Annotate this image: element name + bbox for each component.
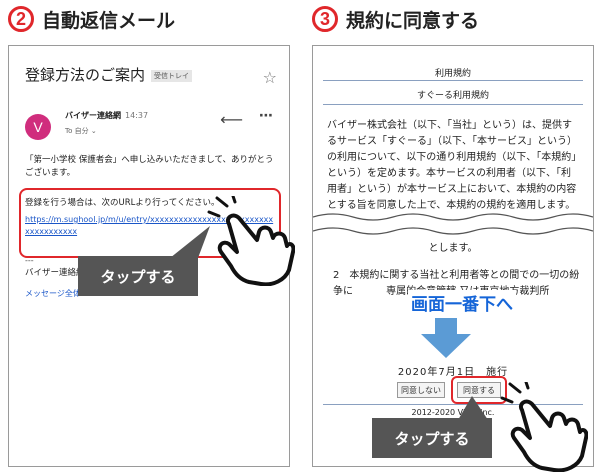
inbox-badge: 受信トレイ [151, 69, 193, 82]
down-arrow-icon [421, 318, 471, 358]
hand-pointer-icon [207, 196, 295, 286]
divider [323, 104, 583, 105]
divider [323, 80, 583, 81]
disagree-button[interactable]: 同意しない [397, 382, 445, 398]
terms-subtitle: すぐーる利用規約 [416, 91, 489, 101]
terms-body: バイザー株式会社（以下、「当社」という）は、提供するサービス「すぐーる」（以下、… [327, 120, 577, 211]
step-2-header: 2 自動返信メール [8, 4, 175, 34]
step-number: 3 [312, 6, 338, 32]
separator: --- [25, 256, 34, 265]
scroll-hint: 画面一番下へ [408, 290, 516, 315]
sender-name: バイザー連絡網 [65, 111, 121, 120]
terms-tail: とします。 [428, 243, 478, 254]
step-title: 自動返信メール [42, 9, 176, 32]
message-all-link[interactable]: メッセージ全体 [25, 288, 81, 299]
mail-intro: 「第一小学校 保護者会」へ申し込みいただきまして、ありがとうございます。 [25, 155, 274, 178]
more-icon[interactable]: ⋯ [259, 108, 273, 124]
step-number: 2 [8, 6, 34, 32]
step-title: 規約に同意する [346, 9, 480, 32]
terms-title: 利用規約 [434, 69, 471, 79]
reply-icon[interactable]: ⟵ [220, 110, 243, 129]
tap-callout-left: タップする [78, 256, 198, 296]
avatar: V [25, 114, 51, 140]
sender-line: バイザー連絡網 14:37 [65, 110, 148, 121]
callout-pointer [170, 226, 210, 258]
hand-pointer-icon [500, 382, 588, 472]
star-icon[interactable]: ☆ [263, 68, 277, 87]
mail-subject: 登録方法のご案内 受信トレイ [25, 64, 193, 85]
mail-time: 14:37 [125, 111, 149, 120]
step-3-header: 3 規約に同意する [312, 4, 479, 34]
recipient[interactable]: To 自分 ⌄ [65, 126, 97, 136]
callout-pointer [458, 396, 488, 420]
effective-date: 2020年7月1日 施行 [397, 367, 509, 378]
signature: バイザー連絡網 [25, 268, 85, 278]
terms-body-clip: バイザー株式会社（以下、「当社」という）は、提供するサービス「すぐーる」（以下、… [313, 114, 593, 224]
subject-text: 登録方法のご案内 [25, 66, 146, 84]
tap-callout-right: タップする [372, 418, 492, 458]
